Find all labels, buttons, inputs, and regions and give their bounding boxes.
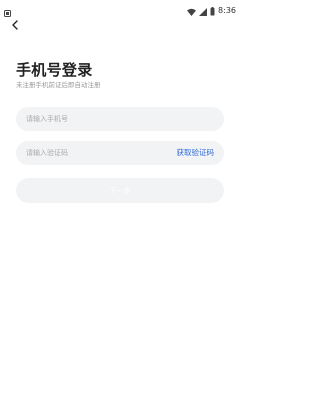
battery-icon (210, 1, 215, 20)
chevron-left-icon (11, 15, 19, 34)
signal-icon (199, 1, 208, 20)
status-icons: 8:36 (187, 1, 236, 20)
code-field[interactable]: 获取验证码 (16, 141, 224, 165)
code-input[interactable] (26, 141, 166, 165)
wifi-icon (187, 1, 197, 20)
back-button[interactable] (7, 16, 23, 32)
phone-field[interactable] (16, 107, 224, 131)
status-bar: 8:36 (0, 0, 240, 17)
notification-icon (4, 2, 11, 17)
phone-input[interactable] (26, 107, 166, 131)
next-button[interactable]: 下一步 (16, 178, 224, 203)
status-time: 8:36 (218, 5, 236, 15)
page-subtitle: 未注册手机前证后即自动注册 (16, 81, 101, 89)
page-title: 手机号登录 (16, 61, 93, 79)
get-code-button[interactable]: 获取验证码 (177, 141, 215, 165)
